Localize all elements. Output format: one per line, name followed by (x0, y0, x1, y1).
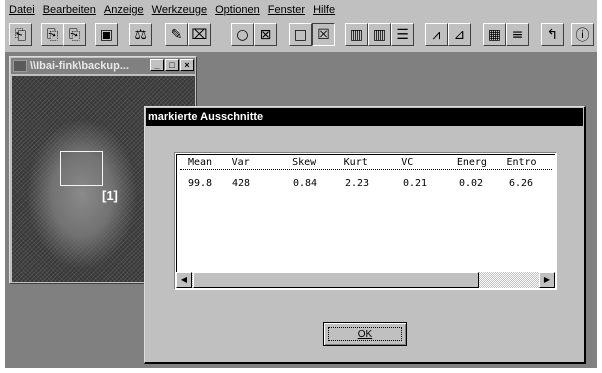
focus-rectangle (328, 327, 402, 341)
minimize-icon[interactable]: _ (150, 59, 164, 71)
copy-icon[interactable]: ⎘ (41, 23, 64, 46)
dialog-title: markierte Ausschnitte (146, 108, 583, 126)
menu-hilfe-label: Hilfe (313, 4, 336, 16)
scroll-right-icon[interactable]: ▶ (539, 272, 555, 288)
maximize-icon[interactable]: □ (165, 59, 179, 71)
columns-alt-icon[interactable]: ▥ (368, 23, 391, 46)
menubar: Datei Bearbeiten Anzeige Werkzeuge Optio… (5, 0, 597, 20)
column-header: Mean (188, 157, 213, 168)
table-cell: 0.21 (403, 178, 428, 189)
columns-icon[interactable]: ▥ (345, 23, 368, 46)
scale-icon[interactable]: ⚖ (129, 23, 152, 46)
menu-werkzeuge-label: Werkzeuge (151, 4, 208, 16)
window-controls: _ □ × (150, 59, 194, 71)
circle-icon[interactable]: ○ (231, 23, 254, 46)
table-cell: 99.8 (188, 178, 213, 189)
menu-werkzeuge[interactable]: Werkzeuge (148, 4, 211, 16)
table-cell: 0.02 (459, 178, 484, 189)
return-icon[interactable]: ↰ (541, 23, 564, 46)
menu-datei-label: Datei (9, 4, 35, 16)
image-window-title: \\Ibai-fink\backup... (30, 60, 130, 72)
menu-anzeige[interactable]: Anzeige (100, 4, 148, 16)
bars-icon[interactable]: ≡ (506, 23, 529, 46)
horizontal-scrollbar[interactable]: ◀ ▶ (176, 272, 555, 288)
toolbar: ⎗ ⎘ ⎘ ▣ ⚖ ✎ ⌧ ○ ⊠ □ ☒ ▥ ▥ ☰ ⩘ ⊿ ▦ ≡ ↰ ⓘ (5, 20, 597, 53)
table-row[interactable]: 99.8 428 0.84 2.23 0.21 0.02 6.26 (180, 178, 555, 189)
rectangle-icon[interactable]: □ (289, 23, 312, 46)
mdi-workspace: \\Ibai-fink\backup... _ □ × [1] markiert… (5, 54, 597, 368)
profile-icon[interactable]: ⩘ (425, 23, 448, 46)
menu-bearbeiten[interactable]: Bearbeiten (39, 4, 100, 16)
menu-datei[interactable]: Datei (5, 4, 39, 16)
table-cell: 0.84 (293, 178, 318, 189)
menu-fenster-label: Fenster (267, 4, 306, 16)
pencil-icon[interactable]: ✎ (165, 23, 188, 46)
column-header: Kurt (343, 157, 368, 168)
column-header: Entro (506, 157, 537, 168)
statistics-dialog: markierte Ausschnitte Mean Var Skew Kurt… (144, 106, 586, 364)
column-header: VC (401, 157, 414, 168)
menu-bearbeiten-label: Bearbeiten (42, 4, 96, 16)
scrollbar-thumb[interactable] (193, 272, 479, 288)
table-cell: 2.23 (345, 178, 370, 189)
column-header: Var (231, 157, 250, 168)
menu-optionen-label: Optionen (215, 4, 260, 16)
application-window: Datei Bearbeiten Anzeige Werkzeuge Optio… (5, 0, 597, 368)
statistics-listbox[interactable]: Mean Var Skew Kurt VC Energ Entro 99.8 4… (174, 152, 557, 290)
ok-button[interactable]: OK (323, 322, 407, 346)
menu-optionen[interactable]: Optionen (211, 4, 264, 16)
roi-label: [1] (102, 188, 118, 203)
circle-x-icon[interactable]: ⊠ (254, 23, 277, 46)
close-icon[interactable]: × (180, 59, 194, 71)
roi-rectangle[interactable] (60, 151, 103, 186)
document-icon (13, 60, 27, 72)
save-icon[interactable]: ▣ (95, 23, 118, 46)
grid-icon[interactable]: ▦ (483, 23, 506, 46)
menu-hilfe[interactable]: Hilfe (309, 4, 339, 16)
open-icon[interactable]: ⎗ (9, 23, 32, 46)
scroll-left-icon[interactable]: ◀ (176, 272, 192, 288)
column-header: Energ (456, 157, 487, 168)
copy-icon[interactable]: ⎘ (63, 23, 86, 46)
histogram-icon[interactable]: ⊿ (448, 23, 471, 46)
menu-anzeige-label: Anzeige (103, 4, 144, 16)
menu-fenster[interactable]: Fenster (264, 4, 309, 16)
eraser-icon[interactable]: ⌧ (188, 23, 211, 46)
listbox-content: Mean Var Skew Kurt VC Energ Entro 99.8 4… (176, 154, 555, 288)
table-header: Mean Var Skew Kurt VC Energ Entro (180, 157, 552, 170)
column-header: Skew (292, 157, 317, 168)
table-cell: 6.26 (509, 178, 534, 189)
info-icon[interactable]: ⓘ (571, 23, 594, 46)
list-icon[interactable]: ☰ (391, 23, 414, 46)
rectangle-x-icon[interactable]: ☒ (312, 23, 335, 46)
table-cell: 428 (232, 178, 251, 189)
